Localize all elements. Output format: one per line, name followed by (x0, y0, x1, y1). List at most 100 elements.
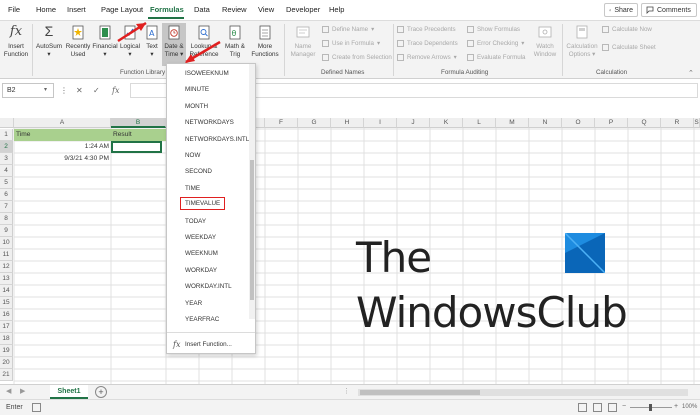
row-header-5[interactable]: 5 (0, 177, 13, 189)
calculation-options-button[interactable]: Calculation Options ▾ (565, 23, 599, 58)
insert-function-button[interactable]: fx Insert Function (3, 23, 29, 58)
watch-window-button[interactable]: Watch Window (531, 23, 559, 58)
row-header-9[interactable]: 9 (0, 225, 13, 237)
create-from-selection-button[interactable]: Create from Selection (322, 54, 392, 61)
row-header-17[interactable]: 17 (0, 321, 13, 333)
row-header-13[interactable]: 13 (0, 273, 13, 285)
dropdown-item-isoweeknum[interactable]: ISOWEEKNUM (185, 70, 229, 77)
row-header-10[interactable]: 10 (0, 237, 13, 249)
column-header-m[interactable]: M (496, 118, 529, 128)
tab-review[interactable]: Review (222, 5, 247, 14)
tab-developer[interactable]: Developer (286, 5, 320, 14)
row-header-8[interactable]: 8 (0, 213, 13, 225)
dropdown-item-workday[interactable]: WORKDAY (185, 267, 217, 274)
zoom-slider-thumb[interactable] (649, 404, 652, 411)
show-formulas-button[interactable]: Show Formulas (467, 26, 520, 33)
column-header-n[interactable]: N (529, 118, 562, 128)
row-header-16[interactable]: 16 (0, 309, 13, 321)
prev-sheet-icon[interactable]: ◀ (6, 387, 11, 395)
name-manager-button[interactable]: Name Manager (288, 23, 318, 58)
dropdown-item-weeknum[interactable]: WEEKNUM (185, 250, 218, 257)
horizontal-scrollbar[interactable] (358, 389, 688, 396)
sheet-tab-sheet1[interactable]: Sheet1 (50, 385, 88, 399)
lookup-reference-button[interactable]: Lookup & Reference (187, 23, 221, 58)
text-button[interactable]: A Text ▾ (142, 23, 162, 58)
row-header-7[interactable]: 7 (0, 201, 13, 213)
column-header-k[interactable]: K (430, 118, 463, 128)
date-time-button[interactable]: Date & Time ▾ (162, 23, 186, 66)
row-header-1[interactable]: 1 (0, 129, 13, 141)
dropdown-item-workday-intl[interactable]: WORKDAY.INTL (185, 283, 232, 290)
row-header-12[interactable]: 12 (0, 261, 13, 273)
date-time-dropdown[interactable]: ISOWEEKNUM MINUTE MONTH NETWORKDAYS NETWORKD… (166, 63, 256, 354)
column-header-l[interactable]: L (463, 118, 496, 128)
recently-used-button[interactable]: Recently Used (64, 23, 92, 58)
column-header-s[interactable]: S (694, 118, 700, 128)
insert-function-menu-item[interactable]: Insert Function... (185, 341, 232, 348)
math-trig-button[interactable]: θ Math & Trig (222, 23, 248, 58)
logical-button[interactable]: Logical ▾ (118, 23, 142, 58)
tab-page-layout[interactable]: Page Layout (101, 5, 143, 14)
financial-button[interactable]: Financial ▾ (92, 23, 118, 58)
tab-home[interactable]: Home (36, 5, 56, 14)
column-header-f[interactable]: F (265, 118, 298, 128)
normal-view-icon[interactable] (578, 403, 587, 412)
cell-A2[interactable]: 1:24 AM (14, 141, 111, 153)
cell-B2-selected[interactable] (111, 141, 162, 153)
tab-formulas[interactable]: Formulas (150, 5, 184, 14)
row-header-19[interactable]: 19 (0, 345, 13, 357)
row-header-4[interactable]: 4 (0, 165, 13, 177)
dropdown-item-second[interactable]: SECOND (185, 168, 212, 175)
use-in-formula-button[interactable]: Use in Formula ▾ (322, 40, 380, 47)
zoom-out-icon[interactable]: − (622, 403, 626, 410)
column-header-r[interactable]: R (661, 118, 694, 128)
row-header-14[interactable]: 14 (0, 285, 13, 297)
column-header-i[interactable]: I (364, 118, 397, 128)
page-layout-view-icon[interactable] (593, 403, 602, 412)
dropdown-item-yearfrac[interactable]: YEARFRAC (185, 316, 219, 323)
trace-dependents-button[interactable]: Trace Dependents (397, 40, 458, 47)
comments-button[interactable]: Comments (641, 3, 697, 17)
dropdown-item-month[interactable]: MONTH (185, 103, 208, 110)
scrollbar-thumb[interactable] (360, 390, 480, 395)
calculate-now-button[interactable]: Calculate Now (602, 26, 652, 33)
dropdown-item-networkdays-intl[interactable]: NETWORKDAYS.INTL (185, 136, 249, 143)
tab-insert[interactable]: Insert (67, 5, 86, 14)
fx-icon[interactable]: fx (112, 86, 119, 95)
cell-B1[interactable]: Result (111, 129, 166, 141)
column-header-g[interactable]: G (298, 118, 331, 128)
dropdown-item-year[interactable]: YEAR (185, 300, 202, 307)
select-all-corner[interactable] (0, 118, 14, 128)
zoom-slider[interactable] (630, 404, 672, 411)
error-checking-button[interactable]: Error Checking ▾ (467, 40, 524, 47)
tab-data[interactable]: Data (194, 5, 210, 14)
row-header-20[interactable]: 20 (0, 357, 13, 369)
dropdown-item-networkdays[interactable]: NETWORKDAYS (185, 119, 234, 126)
evaluate-formula-button[interactable]: Evaluate Formula (467, 54, 526, 61)
column-header-b[interactable]: B (111, 118, 166, 128)
row-header-2[interactable]: 2 (0, 141, 13, 153)
calculate-sheet-button[interactable]: Calculate Sheet (602, 44, 656, 51)
column-header-h[interactable]: H (331, 118, 364, 128)
add-sheet-button[interactable]: + (95, 386, 107, 398)
dropdown-item-now[interactable]: NOW (185, 152, 200, 159)
tab-help[interactable]: Help (329, 5, 344, 14)
define-name-button[interactable]: Define Name ▾ (322, 26, 374, 33)
dropdown-item-time[interactable]: TIME (185, 185, 200, 192)
dropdown-scrollbar[interactable] (249, 64, 255, 319)
share-button[interactable]: Share (604, 3, 638, 17)
row-header-11[interactable]: 11 (0, 249, 13, 261)
cancel-icon[interactable]: ✕ (76, 86, 83, 95)
tab-view[interactable]: View (258, 5, 274, 14)
remove-arrows-button[interactable]: Remove Arrows ▾ (397, 54, 457, 61)
scrollbar-thumb[interactable] (250, 160, 254, 300)
dropdown-item-today[interactable]: TODAY (185, 218, 206, 225)
next-sheet-icon[interactable]: ▶ (20, 387, 25, 395)
autosum-button[interactable]: Σ AutoSum ▾ (35, 23, 63, 58)
enter-check-icon[interactable]: ✓ (93, 86, 100, 95)
column-header-a[interactable]: A (14, 118, 111, 128)
cell-A3[interactable]: 9/3/21 4:30 PM (14, 153, 111, 165)
dropdown-item-weekday[interactable]: WEEKDAY (185, 234, 216, 241)
row-header-6[interactable]: 6 (0, 189, 13, 201)
row-header-21[interactable]: 21 (0, 369, 13, 381)
